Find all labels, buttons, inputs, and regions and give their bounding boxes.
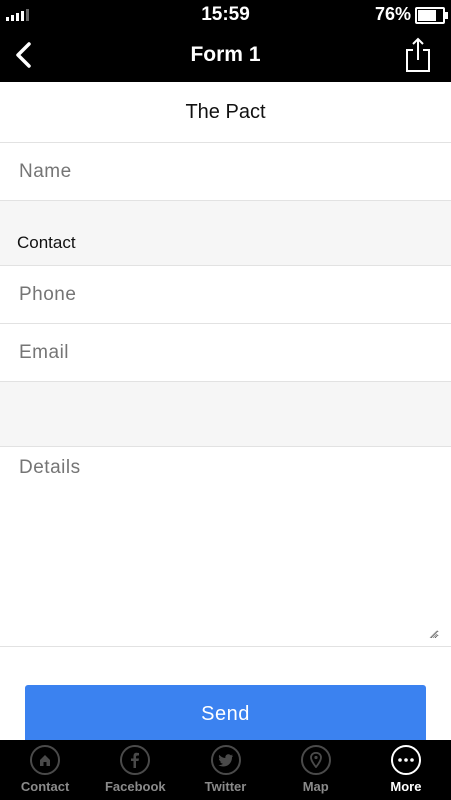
more-icon bbox=[390, 745, 421, 775]
tab-label: Twitter bbox=[204, 779, 247, 794]
email-field[interactable] bbox=[0, 324, 451, 382]
facebook-icon bbox=[120, 745, 151, 775]
phone-input[interactable] bbox=[19, 266, 451, 324]
twitter-icon bbox=[210, 745, 241, 775]
tab-label: More bbox=[390, 779, 422, 794]
tab-more[interactable]: More bbox=[361, 740, 451, 800]
resize-grip-icon[interactable] bbox=[429, 630, 437, 638]
battery-percent: 76% bbox=[374, 4, 411, 24]
section-divider bbox=[0, 382, 451, 447]
status-bar: 15:59 76% bbox=[0, 0, 451, 30]
tab-contact[interactable]: Contact bbox=[0, 740, 90, 800]
details-field[interactable] bbox=[0, 447, 451, 647]
tab-label: Map bbox=[302, 779, 329, 794]
phone-field[interactable] bbox=[0, 266, 451, 324]
tab-label: Facebook bbox=[104, 779, 166, 794]
nav-bar: Form 1 bbox=[0, 30, 451, 82]
form-heading: The Pact bbox=[0, 82, 451, 143]
share-icon[interactable] bbox=[403, 36, 433, 74]
tab-map[interactable]: Map bbox=[271, 740, 361, 800]
map-pin-icon bbox=[300, 745, 331, 775]
tab-facebook[interactable]: Facebook bbox=[90, 740, 180, 800]
contact-form: The Pact Contact bbox=[0, 82, 451, 647]
contact-section-label: Contact bbox=[17, 233, 76, 252]
contact-section: Contact bbox=[0, 201, 451, 266]
battery-icon bbox=[415, 7, 448, 24]
email-input[interactable] bbox=[19, 324, 451, 382]
send-button[interactable]: Send bbox=[25, 685, 426, 743]
home-icon bbox=[30, 745, 61, 775]
tab-label: Contact bbox=[20, 779, 70, 794]
name-input[interactable] bbox=[19, 143, 451, 201]
details-textarea[interactable] bbox=[19, 457, 439, 639]
battery-fill bbox=[418, 10, 436, 21]
page-title: Form 1 bbox=[190, 43, 261, 66]
name-field[interactable] bbox=[0, 143, 451, 201]
tab-bar: Contact Facebook Twitter Map More bbox=[0, 740, 451, 800]
tab-twitter[interactable]: Twitter bbox=[180, 740, 270, 800]
